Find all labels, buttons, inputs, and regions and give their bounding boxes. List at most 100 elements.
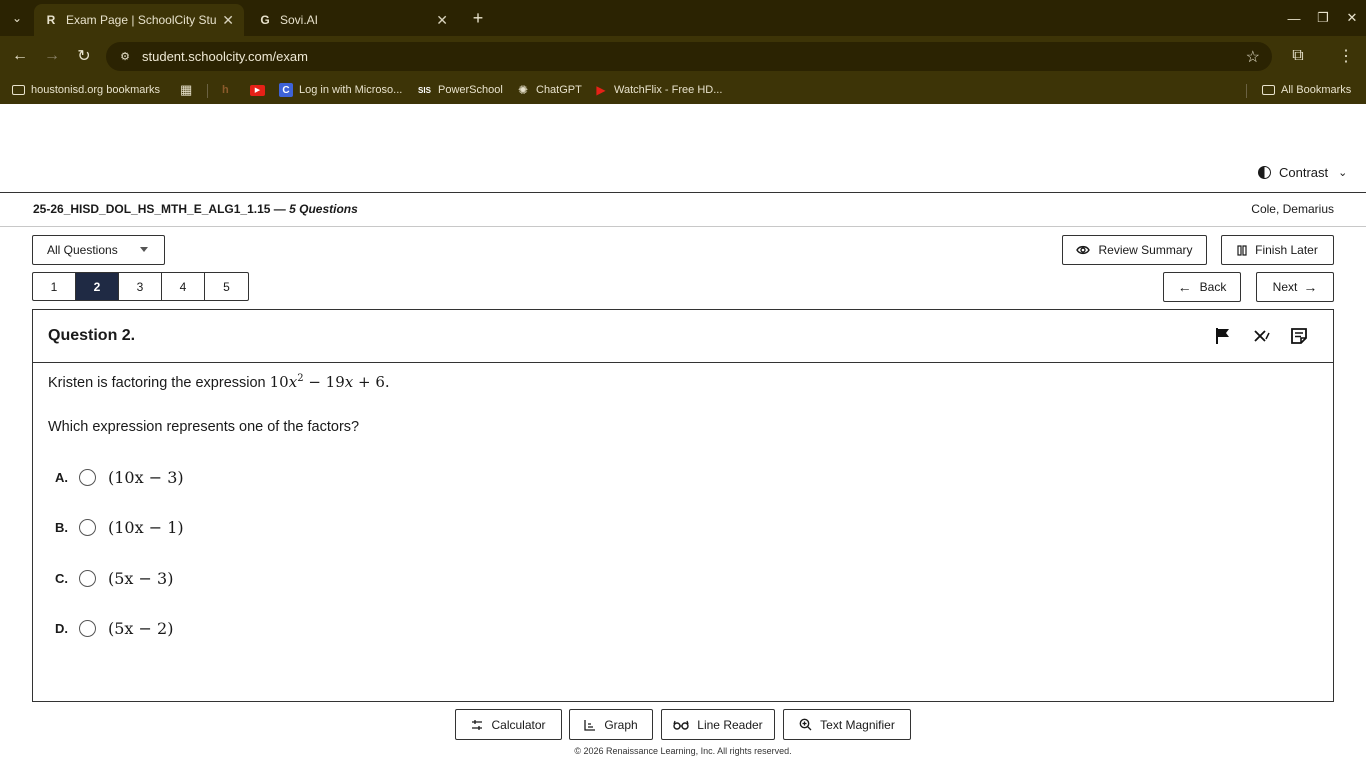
choice-letter: B. (55, 519, 68, 535)
browser-menu-icon[interactable]: ⋮ (1334, 44, 1358, 68)
answer-choice-b[interactable]: B. (10x − 1) (55, 515, 184, 539)
question-number-button[interactable]: 1 (33, 273, 76, 300)
answer-choice-d[interactable]: D. (5x − 2) (55, 616, 173, 640)
youtube-icon: ▶ (250, 84, 265, 96)
extensions-icon[interactable]: ⧉ (1286, 44, 1310, 68)
all-bookmarks[interactable]: All Bookmarks (1262, 81, 1351, 99)
question-number-button[interactable]: 5 (205, 273, 248, 300)
bookmark-chatgpt[interactable]: ✺ ChatGPT (516, 81, 582, 99)
text-magnifier-label: Text Magnifier (820, 717, 895, 732)
notepad-icon[interactable] (1289, 326, 1309, 346)
text-magnifier-button[interactable]: Text Magnifier (783, 709, 911, 740)
radio-button[interactable] (79, 569, 96, 587)
radio-button[interactable] (79, 619, 96, 637)
contrast-toggle[interactable]: Contrast ⌄ (1258, 165, 1347, 180)
bookmark-watchflix[interactable]: ▶ WatchFlix - Free HD... (594, 81, 722, 99)
header-divider (0, 226, 1366, 227)
line-reader-button[interactable]: Line Reader (661, 709, 775, 740)
finish-later-button[interactable]: Finish Later (1221, 235, 1334, 265)
folder-icon (12, 85, 25, 95)
chatgpt-icon: ✺ (517, 83, 529, 97)
radio-button[interactable] (79, 518, 96, 536)
filter-label: All Questions (47, 243, 118, 257)
question-count: 5 Questions (289, 202, 358, 216)
radio-button[interactable] (79, 468, 96, 486)
pause-icon (1237, 244, 1247, 256)
question-number-button[interactable]: 3 (119, 273, 162, 300)
question-navigator: 1 2 3 4 5 (32, 272, 249, 301)
chevron-down-icon: ⌄ (1338, 167, 1348, 179)
bookmark-label: Log in with Microso... (299, 84, 403, 96)
tab-strip: ⌄ R Exam Page | SchoolCity Studen ✕ G So… (0, 0, 1366, 36)
bookmark-brown-icon[interactable]: h (222, 81, 229, 99)
sovi-favicon-icon: G (260, 13, 270, 27)
bookmark-youtube[interactable]: ▶ (250, 81, 271, 99)
powerschool-sis-icon: SIS (418, 85, 431, 95)
review-summary-button[interactable]: Review Summary (1062, 235, 1207, 265)
tab-search-chevron-icon[interactable]: ⌄ (6, 7, 28, 29)
window-close-icon[interactable]: ✕ (1340, 6, 1364, 30)
calculator-icon (471, 719, 483, 731)
back-arrow-icon[interactable]: ← (8, 44, 32, 68)
answer-eliminator-icon[interactable] (1251, 326, 1271, 346)
new-tab-plus-icon[interactable]: + (468, 8, 488, 28)
question-number-button-current[interactable]: 2 (76, 273, 119, 300)
question-header: Question 2. (33, 310, 1333, 363)
calculator-button[interactable]: Calculator (455, 709, 562, 740)
answer-choice-c[interactable]: C. (5x − 3) (55, 566, 173, 590)
student-name: Cole, Demarius (1251, 202, 1334, 216)
bookmark-star-icon[interactable]: ☆ (1246, 47, 1260, 67)
finish-later-label: Finish Later (1255, 243, 1318, 257)
dropdown-caret-icon (140, 247, 148, 252)
graph-button[interactable]: Graph (569, 709, 653, 740)
copyright-footer: © 2026 Renaissance Learning, Inc. All ri… (574, 746, 792, 756)
site-info-icon[interactable]: ⚙ (116, 48, 134, 66)
clever-icon: C (279, 83, 293, 97)
bookmark-label: WatchFlix - Free HD... (614, 84, 723, 96)
back-button[interactable]: ← Back (1163, 272, 1241, 302)
close-icon[interactable]: ✕ (222, 12, 234, 29)
question-stem: Kristen is factoring the expression 10x2… (48, 373, 390, 391)
minimize-icon[interactable]: — (1282, 6, 1306, 30)
glasses-icon (673, 720, 689, 730)
line-reader-label: Line Reader (697, 717, 763, 732)
tab-sovi-ai[interactable]: G Sovi.AI ✕ (248, 4, 458, 36)
back-label: Back (1199, 280, 1227, 294)
close-icon[interactable]: ✕ (436, 12, 448, 29)
magnifier-icon (799, 718, 812, 731)
arrow-right-icon: → (1303, 279, 1318, 295)
bookmark-houstonisd[interactable]: houstonisd.org bookmarks (12, 81, 160, 99)
next-button[interactable]: Next → (1256, 272, 1334, 302)
flag-icon[interactable] (1213, 326, 1233, 346)
folder-icon (1262, 85, 1275, 95)
question-filter-dropdown[interactable]: All Questions (32, 235, 165, 265)
tab-title: Exam Page | SchoolCity Studen (66, 13, 216, 27)
exam-code: 25-26_HISD_DOL_HS_MTH_E_ALG1_1.15 — (33, 202, 286, 216)
stem-expression: 10x2 − 19x + 6. (269, 373, 390, 391)
arrow-left-icon: ← (1177, 279, 1192, 295)
choice-answer: (5x − 2) (108, 618, 174, 638)
stem-text: Kristen is factoring the expression (48, 375, 266, 391)
next-label: Next (1272, 280, 1298, 294)
contrast-label: Contrast (1279, 165, 1329, 180)
graph-label: Graph (604, 717, 638, 732)
bookmark-separator (1246, 84, 1247, 98)
tab-title: Sovi.AI (280, 13, 319, 27)
forward-arrow-icon[interactable]: → (40, 44, 64, 68)
bookmark-microsoft-login[interactable]: C Log in with Microso... (279, 81, 402, 99)
choice-answer: (10x − 3) (108, 467, 184, 487)
answer-choice-a[interactable]: A. (10x − 3) (55, 465, 184, 489)
address-bar[interactable]: ⚙ student.schoolcity.com/exam ☆ (106, 42, 1272, 71)
question-panel: Question 2. Kristen is factoring the exp… (32, 309, 1334, 702)
reload-icon[interactable]: ↻ (72, 44, 96, 68)
apps-grid-icon[interactable]: ▦ (180, 81, 192, 99)
all-bookmarks-label: All Bookmarks (1281, 84, 1352, 96)
bookmark-separator (207, 84, 208, 98)
question-number-button[interactable]: 4 (162, 273, 205, 300)
restore-icon[interactable]: ❐ (1311, 6, 1335, 30)
url-text: student.schoolcity.com/exam (142, 49, 308, 64)
schoolcity-favicon-icon: R (46, 13, 56, 27)
tab-exam-page[interactable]: R Exam Page | SchoolCity Studen ✕ (34, 4, 244, 36)
bookmark-powerschool[interactable]: SIS PowerSchool (417, 81, 503, 99)
eye-icon (1076, 245, 1091, 255)
